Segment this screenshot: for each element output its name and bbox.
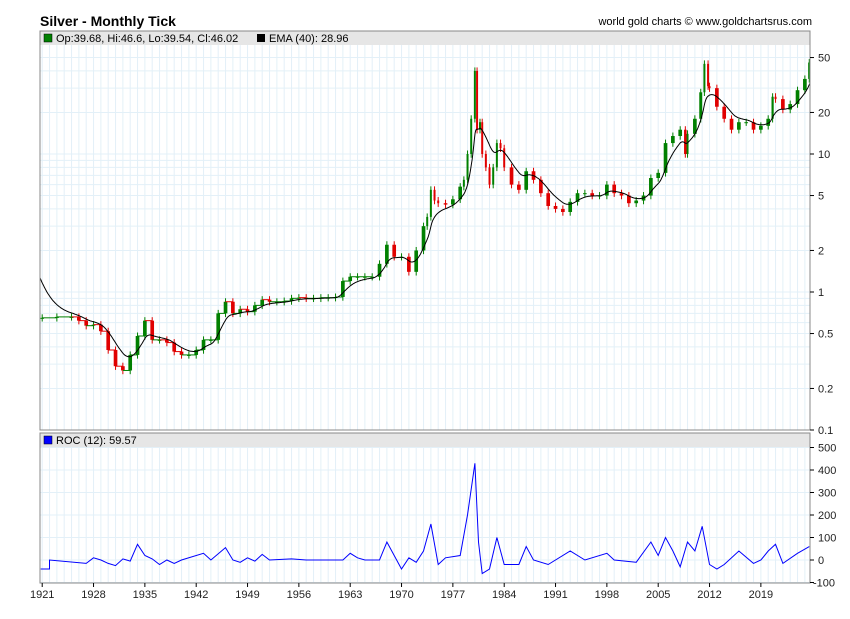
price-candle-down xyxy=(707,63,710,87)
price-candle-down xyxy=(121,366,125,371)
price-candle-up xyxy=(492,167,495,185)
price-candle-up xyxy=(686,133,689,154)
x-tick-label: 1998 xyxy=(595,589,619,601)
price-candle-up xyxy=(470,118,473,154)
x-tick-label: 1963 xyxy=(338,589,362,601)
price-candle-up xyxy=(583,193,587,195)
y-tick-label: 0.1 xyxy=(818,425,833,437)
price-candle-up xyxy=(495,143,498,168)
roc-y-tick-label: 100 xyxy=(818,533,836,545)
price-candle-down xyxy=(84,320,89,326)
price-candle-up xyxy=(678,129,683,137)
price-candle-up xyxy=(473,70,476,119)
ema-legend-swatch xyxy=(257,34,265,42)
price-candle-up xyxy=(143,320,147,336)
price-candle-up xyxy=(744,122,749,124)
price-candle-down xyxy=(231,301,235,314)
price-candle-down xyxy=(684,129,687,154)
roc-legend-swatch xyxy=(43,435,53,445)
price-candle-down xyxy=(433,189,436,201)
x-tick-label: 1970 xyxy=(389,589,413,601)
roc-legend-text: ROC (12): 59.57 xyxy=(56,435,137,447)
y-tick-label: 50 xyxy=(818,53,830,65)
chart-root: Silver - Monthly Tick world gold charts … xyxy=(0,0,850,619)
y-tick-label: 1 xyxy=(818,287,824,299)
roc-legend-bar xyxy=(40,433,810,447)
price-candle-down xyxy=(774,96,777,100)
price-candle-down xyxy=(553,205,558,209)
price-candle-up xyxy=(451,199,455,205)
price-candle-up xyxy=(462,179,465,187)
x-tick-label: 1942 xyxy=(184,589,208,601)
roc-y-tick-label: -100 xyxy=(813,578,835,590)
price-candle-up xyxy=(671,136,675,144)
x-tick-label: 1928 xyxy=(81,589,105,601)
x-tick-label: 1991 xyxy=(543,589,567,601)
price-candle-down xyxy=(590,193,595,196)
price-candle-down xyxy=(561,208,565,212)
price-candle-up xyxy=(348,276,353,282)
roc-y-tick-label: 400 xyxy=(818,465,836,477)
price-candle-down xyxy=(392,244,397,257)
x-tick-label: 1977 xyxy=(441,589,465,601)
price-candle-down xyxy=(488,167,491,185)
price-candle-up xyxy=(759,125,763,130)
price-candle-down xyxy=(729,118,734,130)
price-candle-down xyxy=(546,193,551,206)
x-tick-label: 1956 xyxy=(287,589,311,601)
price-candle-up xyxy=(634,200,639,204)
price-candle-up xyxy=(223,301,228,314)
price-candle-down xyxy=(708,86,711,89)
chart-svg: Op:39.68, Hi:46.6, Lo:39.54, Cl:46.02 EMA… xyxy=(30,30,836,601)
price-candle-up xyxy=(426,216,429,227)
price-candle-down xyxy=(437,200,440,204)
price-candle-up xyxy=(737,122,741,130)
price-candle-up xyxy=(429,189,432,217)
price-candle-down xyxy=(443,203,448,205)
price-candle-down xyxy=(481,122,484,154)
price-candle-up xyxy=(656,172,661,179)
x-tick-label: 1921 xyxy=(30,589,54,601)
price-candle-down xyxy=(517,184,521,190)
price-candle-up xyxy=(466,154,469,180)
x-tick-label: 2012 xyxy=(697,589,721,601)
price-candle-down xyxy=(484,154,487,168)
y-tick-label: 0.2 xyxy=(818,383,833,395)
price-candle-down xyxy=(781,99,785,110)
x-tick-label: 2005 xyxy=(646,589,670,601)
price-candle-down xyxy=(77,316,81,321)
ema-legend-text: EMA (40): 28.96 xyxy=(269,33,349,45)
price-candle-down xyxy=(150,320,155,340)
price-candle-up xyxy=(260,299,265,306)
x-tick-label: 1949 xyxy=(235,589,259,601)
y-tick-label: 0.5 xyxy=(818,329,833,341)
price-candle-up xyxy=(803,78,807,91)
x-tick-label: 2019 xyxy=(749,589,773,601)
price-candle-down xyxy=(509,167,514,185)
price-candle-up xyxy=(703,63,706,93)
y-tick-label: 2 xyxy=(818,245,824,257)
roc-y-tick-label: 300 xyxy=(818,488,836,500)
x-tick-label: 1984 xyxy=(492,589,516,601)
roc-y-tick-label: 0 xyxy=(818,555,824,567)
roc-y-tick-label: 200 xyxy=(818,510,836,522)
y-tick-label: 20 xyxy=(818,107,830,119)
ohlc-legend-swatch xyxy=(43,33,53,43)
price-candle-up xyxy=(128,354,133,371)
y-tick-label: 5 xyxy=(818,191,824,203)
roc-y-tick-label: 500 xyxy=(818,443,836,455)
price-candle-down xyxy=(499,143,502,149)
price-candle-down xyxy=(113,349,118,367)
price-candle-up xyxy=(524,171,529,190)
price-candle-down xyxy=(476,70,479,130)
ohlc-legend-text: Op:39.68, Hi:46.6, Lo:39.54, Cl:46.02 xyxy=(56,33,238,45)
price-candle-down xyxy=(722,106,727,119)
x-tick-label: 1935 xyxy=(133,589,157,601)
price-candle-down xyxy=(407,256,411,272)
y-tick-label: 10 xyxy=(818,149,830,161)
